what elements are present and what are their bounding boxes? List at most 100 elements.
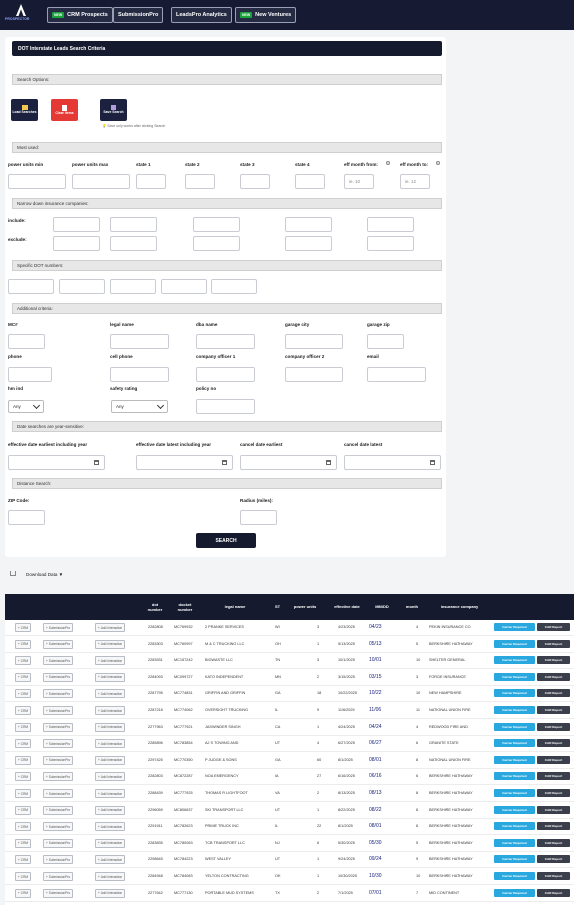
dot-number-input-5[interactable] (211, 279, 257, 294)
crm-button[interactable]: + CRM (15, 855, 32, 865)
submissionpro-button[interactable]: + SubmissionPro (43, 689, 74, 699)
nav-leadspro-analytics-button[interactable]: LeadsPro Analytics (171, 7, 232, 23)
submissionpro-button[interactable]: + SubmissionPro (43, 872, 74, 881)
include-insurance-input-2[interactable] (110, 217, 157, 232)
exclude-insurance-input-1[interactable] (53, 236, 100, 251)
legal-name-cell[interactable]: TCB TRANSPORT LLC (205, 841, 245, 845)
radius-input[interactable] (240, 510, 277, 525)
dot-number-input-2[interactable] (59, 279, 105, 294)
dba-name-input[interactable] (196, 334, 255, 349)
add-interaction-button[interactable]: + Add Interaction (95, 656, 126, 666)
app-logo[interactable]: PROSPECTOR (5, 4, 35, 26)
legal-name-cell[interactable]: 2 PRANKE SERVICES (205, 625, 244, 629)
crm-button[interactable]: + CRM (15, 872, 32, 881)
legal-name-cell[interactable]: AJ S TOWING AND (205, 741, 238, 745)
submissionpro-button[interactable]: + SubmissionPro (43, 672, 74, 682)
header-month[interactable]: month (403, 604, 421, 609)
carrier-required-button[interactable]: Carrier Required (494, 623, 535, 631)
crm-button[interactable]: + CRM (15, 772, 32, 782)
carrier-required-button[interactable]: Carrier Required (494, 739, 535, 748)
legal-name-cell[interactable]: P JUDGE & SONS (205, 758, 237, 762)
carrier-required-button[interactable]: Carrier Required (494, 689, 535, 698)
officer1-input[interactable] (196, 367, 255, 382)
exclude-insurance-input-3[interactable] (193, 236, 240, 251)
car-report-button[interactable]: CAR Report (537, 838, 570, 847)
carrier-required-button[interactable]: Carrier Required (494, 772, 535, 781)
crm-button[interactable]: + CRM (15, 706, 32, 715)
crm-button[interactable]: + CRM (15, 789, 32, 798)
legal-name-cell[interactable]: GRIFFIN AND GRIFFIN (205, 691, 245, 695)
submissionpro-button[interactable]: + SubmissionPro (43, 838, 74, 848)
cancel-earliest-date-input[interactable] (240, 455, 337, 470)
state4-input[interactable] (295, 174, 325, 189)
submissionpro-button[interactable]: + SubmissionPro (43, 722, 74, 732)
submissionpro-button[interactable]: + SubmissionPro (43, 656, 74, 666)
power-units-min-input[interactable] (8, 174, 66, 189)
submissionpro-button[interactable]: + SubmissionPro (43, 822, 74, 832)
carrier-required-button[interactable]: Carrier Required (494, 722, 535, 731)
add-interaction-button[interactable]: + Add Interaction (95, 755, 126, 765)
cell-phone-input[interactable] (110, 367, 169, 382)
save-search-button[interactable]: Save Search (100, 99, 127, 121)
crm-button[interactable]: + CRM (15, 623, 32, 632)
add-interaction-button[interactable]: + Add Interaction (95, 639, 126, 649)
legal-name-cell[interactable]: M & C TRUCKING LLC (205, 642, 244, 646)
calendar-icon[interactable] (430, 460, 435, 465)
legal-name-cell[interactable]: SKI TRANSPORT LLC (205, 808, 243, 812)
crm-button[interactable]: + CRM (15, 822, 32, 832)
carrier-required-button[interactable]: Carrier Required (494, 706, 535, 714)
submissionpro-button[interactable]: + SubmissionPro (43, 855, 74, 865)
carrier-required-button[interactable]: Carrier Required (494, 888, 535, 897)
car-report-button[interactable]: CAR Report (537, 888, 570, 897)
car-report-button[interactable]: CAR Report (537, 689, 570, 698)
crm-button[interactable]: + CRM (15, 805, 32, 815)
add-interaction-button[interactable]: + Add Interaction (95, 789, 126, 798)
crm-button[interactable]: + CRM (15, 639, 32, 649)
add-interaction-button[interactable]: + Add Interaction (95, 689, 126, 699)
safety-rating-select[interactable]: Any (111, 400, 168, 413)
submissionpro-button[interactable]: + SubmissionPro (43, 706, 74, 715)
policy-no-input[interactable] (196, 399, 255, 414)
add-interaction-button[interactable]: + Add Interaction (95, 772, 126, 782)
submissionpro-button[interactable]: + SubmissionPro (43, 789, 74, 798)
include-insurance-input-1[interactable] (53, 217, 100, 232)
header-dot-number[interactable]: dot number (145, 602, 165, 612)
car-report-button[interactable]: CAR Report (537, 805, 570, 814)
download-data-dropdown[interactable]: Download Data ▼ (26, 572, 63, 577)
cancel-latest-date-input[interactable] (344, 455, 441, 470)
email-input[interactable] (367, 367, 426, 382)
legal-name-cell[interactable]: PRIME TRUCK INC (205, 824, 239, 828)
calendar-icon[interactable] (326, 460, 331, 465)
legal-name-cell[interactable]: THOMAS R LIGHTFOOT (205, 791, 248, 795)
legal-name-cell[interactable]: PORTABLE MUD SYSTEMS (205, 891, 254, 895)
car-report-button[interactable]: CAR Report (537, 755, 570, 764)
home-icon[interactable] (10, 571, 16, 576)
calendar-icon[interactable] (94, 460, 99, 465)
exclude-insurance-input-4[interactable] (285, 236, 332, 251)
crm-button[interactable]: + CRM (15, 838, 32, 848)
nav-submissionpro-button[interactable]: SubmissionPro (113, 7, 164, 23)
car-report-button[interactable]: CAR Report (537, 706, 570, 714)
power-units-max-input[interactable] (72, 174, 130, 189)
crm-button[interactable]: + CRM (15, 722, 32, 732)
carrier-required-button[interactable]: Carrier Required (494, 672, 535, 681)
crm-button[interactable]: + CRM (15, 672, 32, 682)
include-insurance-input-3[interactable] (193, 217, 240, 232)
carrier-required-button[interactable]: Carrier Required (494, 805, 535, 814)
add-interaction-button[interactable]: + Add Interaction (95, 888, 126, 898)
car-report-button[interactable]: CAR Report (537, 722, 570, 731)
add-interaction-button[interactable]: + Add Interaction (95, 722, 126, 732)
mc-input[interactable] (8, 334, 45, 349)
calendar-icon[interactable] (222, 460, 227, 465)
eff-month-to-input[interactable]: ie. 12 (400, 174, 430, 189)
add-interaction-button[interactable]: + Add Interaction (95, 872, 126, 881)
dot-number-input-4[interactable] (161, 279, 207, 294)
legal-name-cell[interactable]: BIGWASTE LLC (205, 658, 233, 662)
submissionpro-button[interactable]: + SubmissionPro (43, 805, 74, 815)
crm-button[interactable]: + CRM (15, 888, 32, 898)
car-report-button[interactable]: CAR Report (537, 623, 570, 631)
submissionpro-button[interactable]: + SubmissionPro (43, 623, 74, 632)
carrier-required-button[interactable]: Carrier Required (494, 755, 535, 764)
clear-items-button[interactable]: Clear Items (51, 99, 78, 121)
carrier-required-button[interactable]: Carrier Required (494, 855, 535, 864)
